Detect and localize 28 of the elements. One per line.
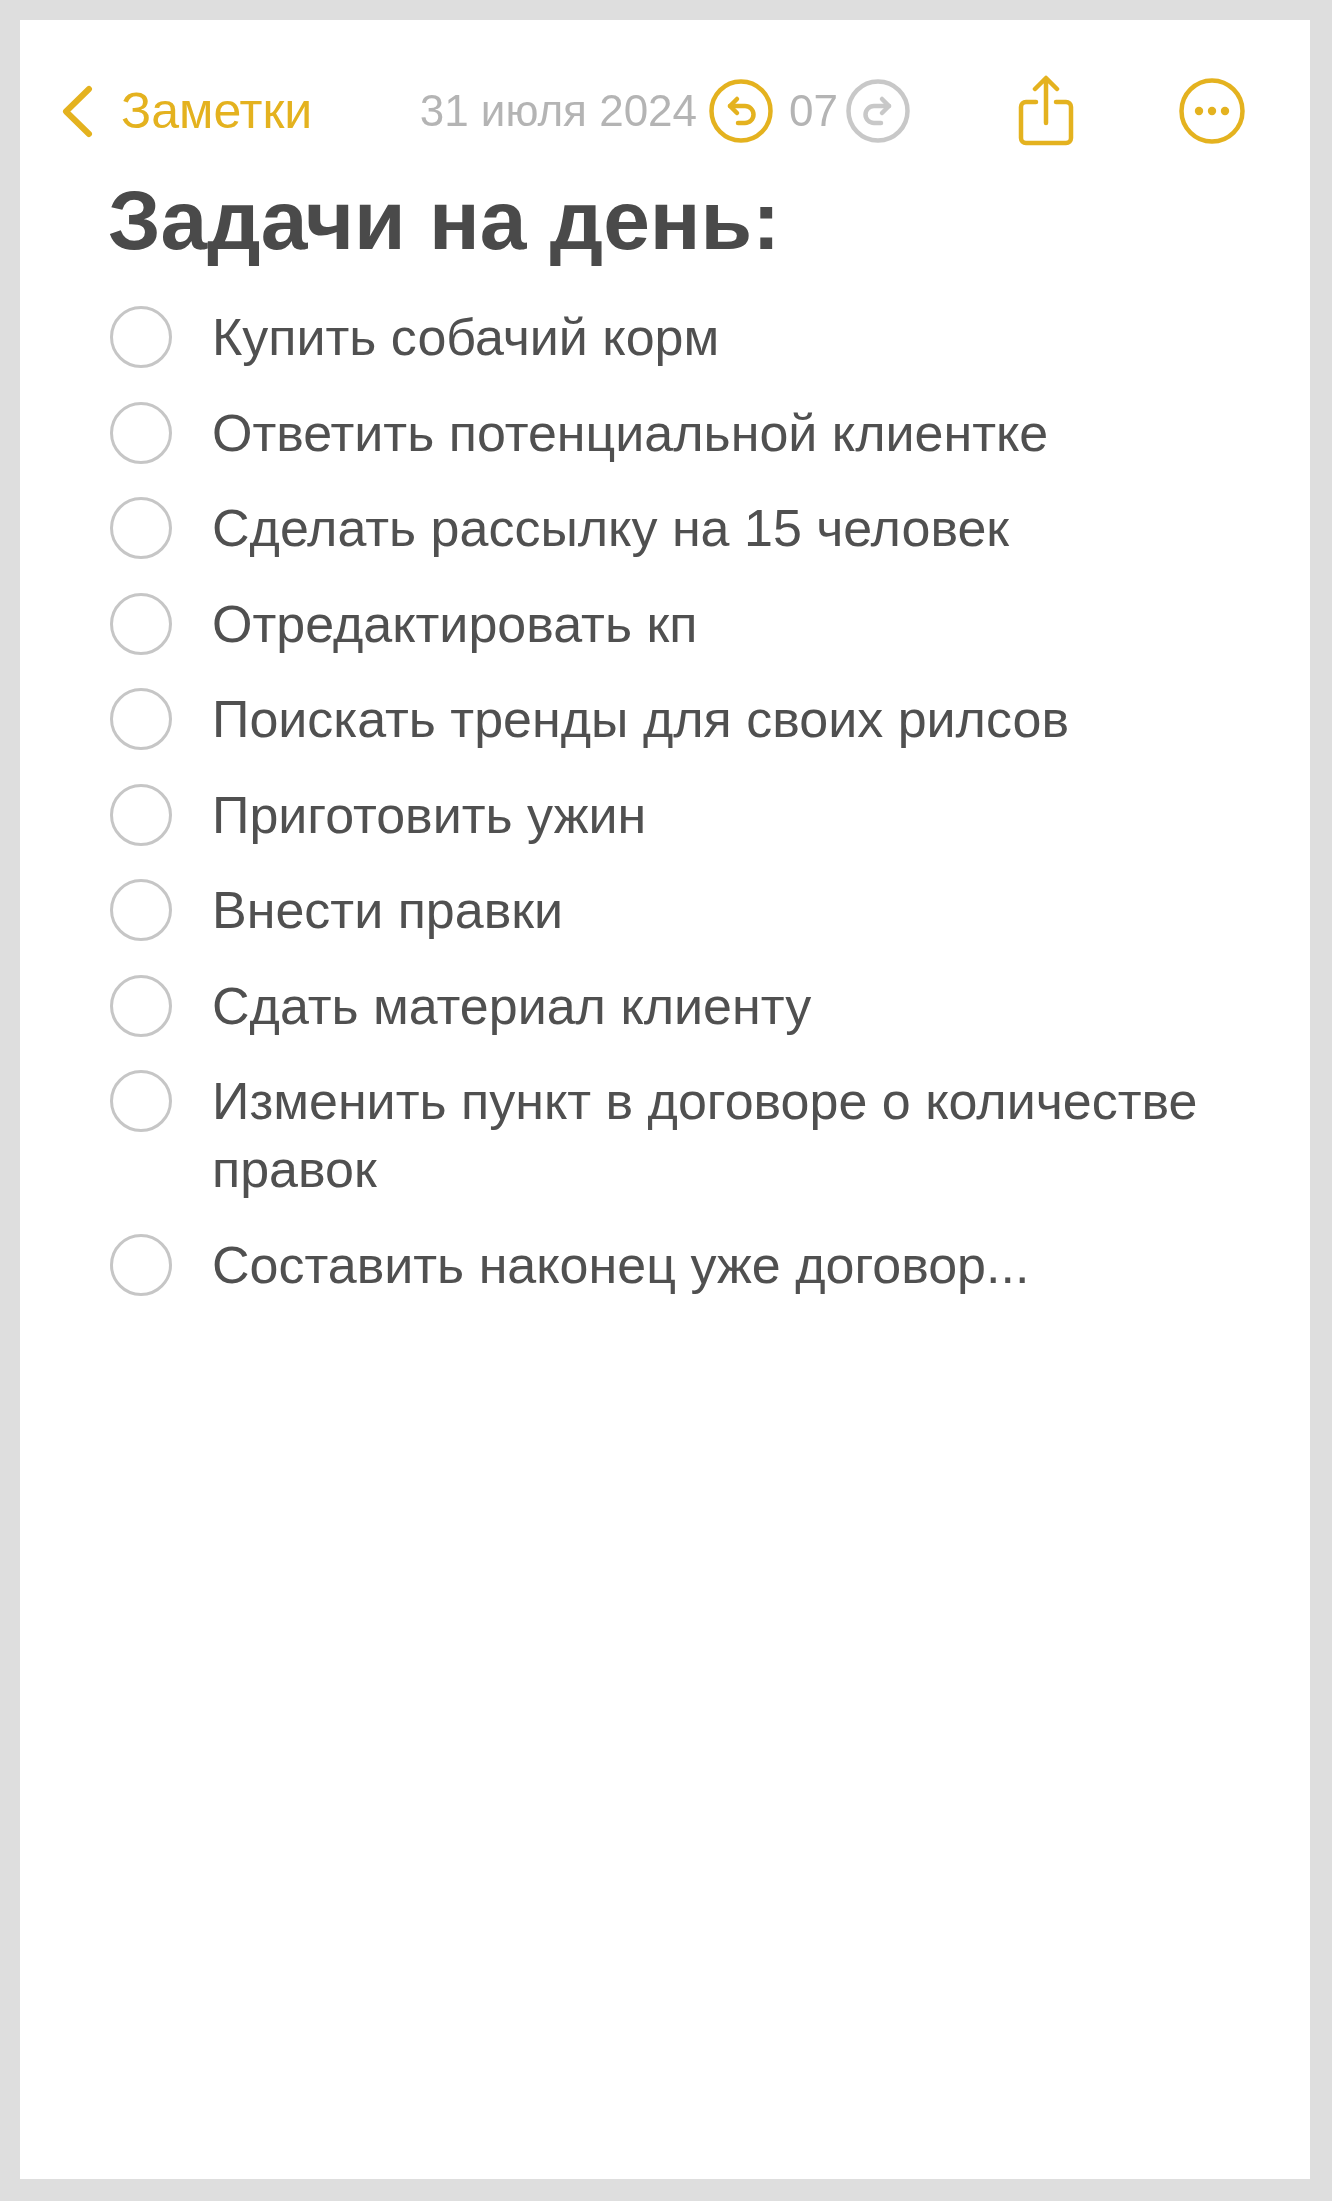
note-title: Задачи на день:	[108, 172, 782, 269]
note-date-text: 07	[789, 85, 838, 137]
more-icon[interactable]	[1179, 78, 1245, 144]
checkbox[interactable]	[110, 497, 172, 559]
checkbox[interactable]	[110, 1233, 172, 1296]
undo-icon[interactable]	[709, 79, 774, 143]
checkbox[interactable]	[110, 401, 172, 464]
checkbox[interactable]	[110, 688, 172, 750]
checkbox[interactable]	[110, 783, 172, 846]
checklist-item-text: Отредактировать кп	[212, 593, 698, 655]
checkbox[interactable]	[110, 1070, 172, 1132]
checkbox[interactable]	[110, 974, 172, 1037]
checklist-item-text: Сделать рассылку на 15 человек	[212, 498, 1010, 559]
note-date-text: 31 июля 2024	[419, 85, 698, 137]
checklist-item-text: Купить собачий корм	[212, 307, 720, 368]
checklist-item-text: Поискать тренды для своих рилсов	[212, 689, 1070, 750]
chevron-left-icon	[61, 84, 93, 138]
checkbox[interactable]	[110, 592, 172, 655]
share-icon[interactable]	[1017, 75, 1075, 147]
checklist-item-text: Составить наконец уже договор...	[212, 1234, 1030, 1296]
checklist-item-text: Ответить потенциальной клиентке	[212, 402, 1049, 464]
checklist-item-text: Сдать материал клиенту	[212, 975, 812, 1037]
checkbox[interactable]	[110, 306, 172, 368]
checkbox[interactable]	[110, 879, 172, 941]
back-button[interactable]: Заметки	[61, 81, 313, 141]
checklist-item-text: Изменить пункт в договоре о количестве правок	[212, 1071, 1199, 1200]
checklist-item-text: Внести правки	[212, 880, 564, 941]
checklist-item-text: Приготовить ужин	[212, 784, 647, 846]
